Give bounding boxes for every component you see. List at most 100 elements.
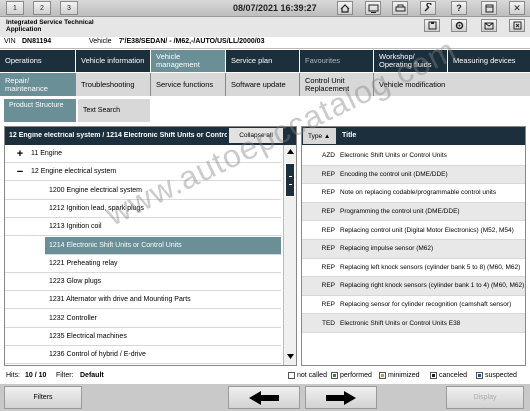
document-title: Replacing control unit (Digital Motor El…: [340, 226, 514, 234]
tree-item[interactable]: +11 Engine: [5, 145, 281, 163]
tree-item[interactable]: 1235 Electrical machines: [5, 328, 281, 346]
document-row[interactable]: REP Replacing sensor for cylinder recogni…: [302, 296, 525, 315]
tab-3-button[interactable]: 3: [60, 1, 78, 15]
print-button[interactable]: [392, 1, 408, 15]
wrench-button[interactable]: [420, 1, 436, 15]
tab-service-plan[interactable]: Service plan: [226, 50, 300, 72]
tree-item[interactable]: 1212 Ignition lead, spark plugs: [5, 200, 281, 218]
tree-item[interactable]: 1236 Control of hybrid / E-drive: [5, 346, 281, 365]
expand-icon[interactable]: +: [13, 148, 27, 160]
tab-repair-maintenance[interactable]: Repair/ maintenance: [0, 73, 76, 96]
save-button[interactable]: [424, 19, 440, 32]
document-type: REP: [321, 189, 335, 197]
tab-2-button[interactable]: 2: [33, 1, 51, 15]
tree-scrollbar[interactable]: [283, 145, 296, 365]
tree-item[interactable]: 1213 Ignition coil: [5, 218, 281, 237]
screen-button[interactable]: [365, 1, 381, 15]
close-app-button[interactable]: ✕: [509, 1, 525, 15]
tab-favourites[interactable]: Favourites: [300, 50, 374, 72]
tab-control-unit-replacement-label: Control Unit Replacement: [305, 75, 350, 93]
document-title: Replacing left knock sensors (cylinder b…: [340, 263, 521, 271]
document-type: REP: [321, 170, 335, 178]
vehicle-label: Vehicle: [89, 38, 112, 45]
tab-software-update[interactable]: Software update: [226, 73, 300, 96]
tab-vehicle-management-label: Vehicle management: [156, 52, 200, 69]
collapse-icon[interactable]: −: [13, 166, 27, 178]
tab-vehicle-modification[interactable]: Vehicle modification: [374, 73, 530, 96]
tab-vehicle-management[interactable]: Vehicle management: [151, 50, 226, 72]
legend-canceled-swatch: [430, 372, 437, 379]
tab-repair-maintenance-label: Repair/ maintenance: [5, 75, 48, 93]
tree-item[interactable]: 1232 Controller: [5, 310, 281, 328]
tree-item[interactable]: 1221 Preheating relay: [5, 255, 281, 273]
save-icon: [428, 21, 436, 30]
tree-item[interactable]: 1223 Glow plugs: [5, 273, 281, 292]
tab-operations-label: Operations: [5, 56, 42, 65]
filters-button[interactable]: Filters: [4, 386, 82, 409]
bottom-bar: Filters Display: [0, 384, 530, 411]
help-button[interactable]: ?: [451, 1, 467, 15]
help-icon: ?: [456, 3, 462, 13]
tree-item[interactable]: 1200 Engine electrical system: [5, 182, 281, 200]
tree-item[interactable]: −12 Engine electrical system: [5, 163, 281, 182]
documents-header: Type ▲ Title: [302, 127, 525, 145]
tree-scroll-thumb[interactable]: [285, 163, 295, 197]
documents-panel: Type ▲ Title AZD Electronic Shift Units o…: [301, 126, 526, 366]
display-button[interactable]: Display: [446, 386, 524, 409]
mail-button[interactable]: [481, 19, 497, 32]
display-label: Display: [473, 394, 497, 401]
document-row[interactable]: REP Replacing control unit (Digital Motor…: [302, 221, 525, 240]
document-row[interactable]: REP Note on replacing codable/programmabl…: [302, 184, 525, 203]
tree-item-label: 1213 Ignition coil: [49, 223, 102, 231]
tab-measuring-devices[interactable]: Measuring devices: [448, 50, 530, 72]
back-button[interactable]: [228, 386, 300, 409]
document-row[interactable]: AZD Electronic Shift Units or Control Uni…: [302, 147, 525, 166]
tab-text-search[interactable]: Text Search: [78, 99, 150, 122]
document-row[interactable]: REP Replacing right knock sensors (cylind…: [302, 277, 525, 296]
tab-workshop-fluids-label: Workshop/ Operating fluids: [379, 52, 432, 69]
legend-not-called-label: not called: [297, 372, 327, 379]
filter-value: Default: [80, 372, 104, 379]
scroll-down-icon[interactable]: [287, 354, 294, 360]
close-window-button[interactable]: [509, 19, 525, 32]
document-type: REP: [321, 208, 335, 216]
tree-item[interactable]: 1214 Electronic Shift Units or Control U…: [45, 236, 281, 255]
tree-item-label: 1214 Electronic Shift Units or Control U…: [49, 241, 182, 249]
arrow-right-icon: [326, 390, 356, 405]
tab-workshop-fluids[interactable]: Workshop/ Operating fluids: [374, 50, 448, 72]
tab-vehicle-information-label: Vehicle information: [81, 56, 145, 65]
forward-button[interactable]: [305, 386, 377, 409]
home-button[interactable]: [337, 1, 353, 15]
document-row[interactable]: REP Replacing left knock sensors (cylinde…: [302, 259, 525, 278]
tab-control-unit-replacement[interactable]: Control Unit Replacement: [300, 73, 374, 96]
document-type: REP: [321, 245, 335, 253]
tab-service-functions[interactable]: Service functions: [151, 73, 226, 96]
legend-suspected-label: suspected: [485, 372, 517, 379]
scroll-up-icon[interactable]: [287, 149, 294, 155]
tab-troubleshooting[interactable]: Troubleshooting: [76, 73, 151, 96]
tab-operations[interactable]: Operations: [0, 50, 76, 72]
legend-performed-swatch: [331, 372, 338, 379]
tree-item[interactable]: 1231 Alternator with drive and Mounting …: [5, 291, 281, 310]
filter-label: Filter:: [56, 372, 74, 379]
legend-minimized: minimized: [379, 372, 420, 379]
print-icon: [395, 4, 405, 11]
document-title: Programming the control unit (DME/DDE): [340, 208, 460, 216]
document-row[interactable]: TED Electronic Shift Units or Control Uni…: [302, 314, 525, 333]
collapse-all-button[interactable]: Collapse all: [229, 128, 283, 143]
title-column-header[interactable]: Title: [342, 132, 356, 139]
tab-product-structure[interactable]: Product Structure: [4, 99, 76, 122]
document-row[interactable]: REP Encoding the control unit (DME/DDE): [302, 165, 525, 185]
tab-vehicle-information[interactable]: Vehicle information: [76, 50, 151, 72]
type-column-header[interactable]: Type ▲: [303, 128, 336, 144]
document-type: REP: [321, 226, 335, 234]
tree-item-label: 11 Engine: [31, 150, 63, 157]
document-row[interactable]: REP Programming the control unit (DME/DDE…: [302, 202, 525, 222]
tab-text-search-label: Text Search: [83, 107, 120, 114]
document-row[interactable]: REP Replacing impulse sensor (M62): [302, 240, 525, 259]
document-title: Note on replacing codable/programmable c…: [340, 189, 497, 197]
settings-button[interactable]: [451, 19, 467, 32]
tab-measuring-devices-label: Measuring devices: [453, 56, 516, 65]
window-button[interactable]: [481, 1, 497, 15]
tab-1-button[interactable]: 1: [6, 1, 24, 15]
